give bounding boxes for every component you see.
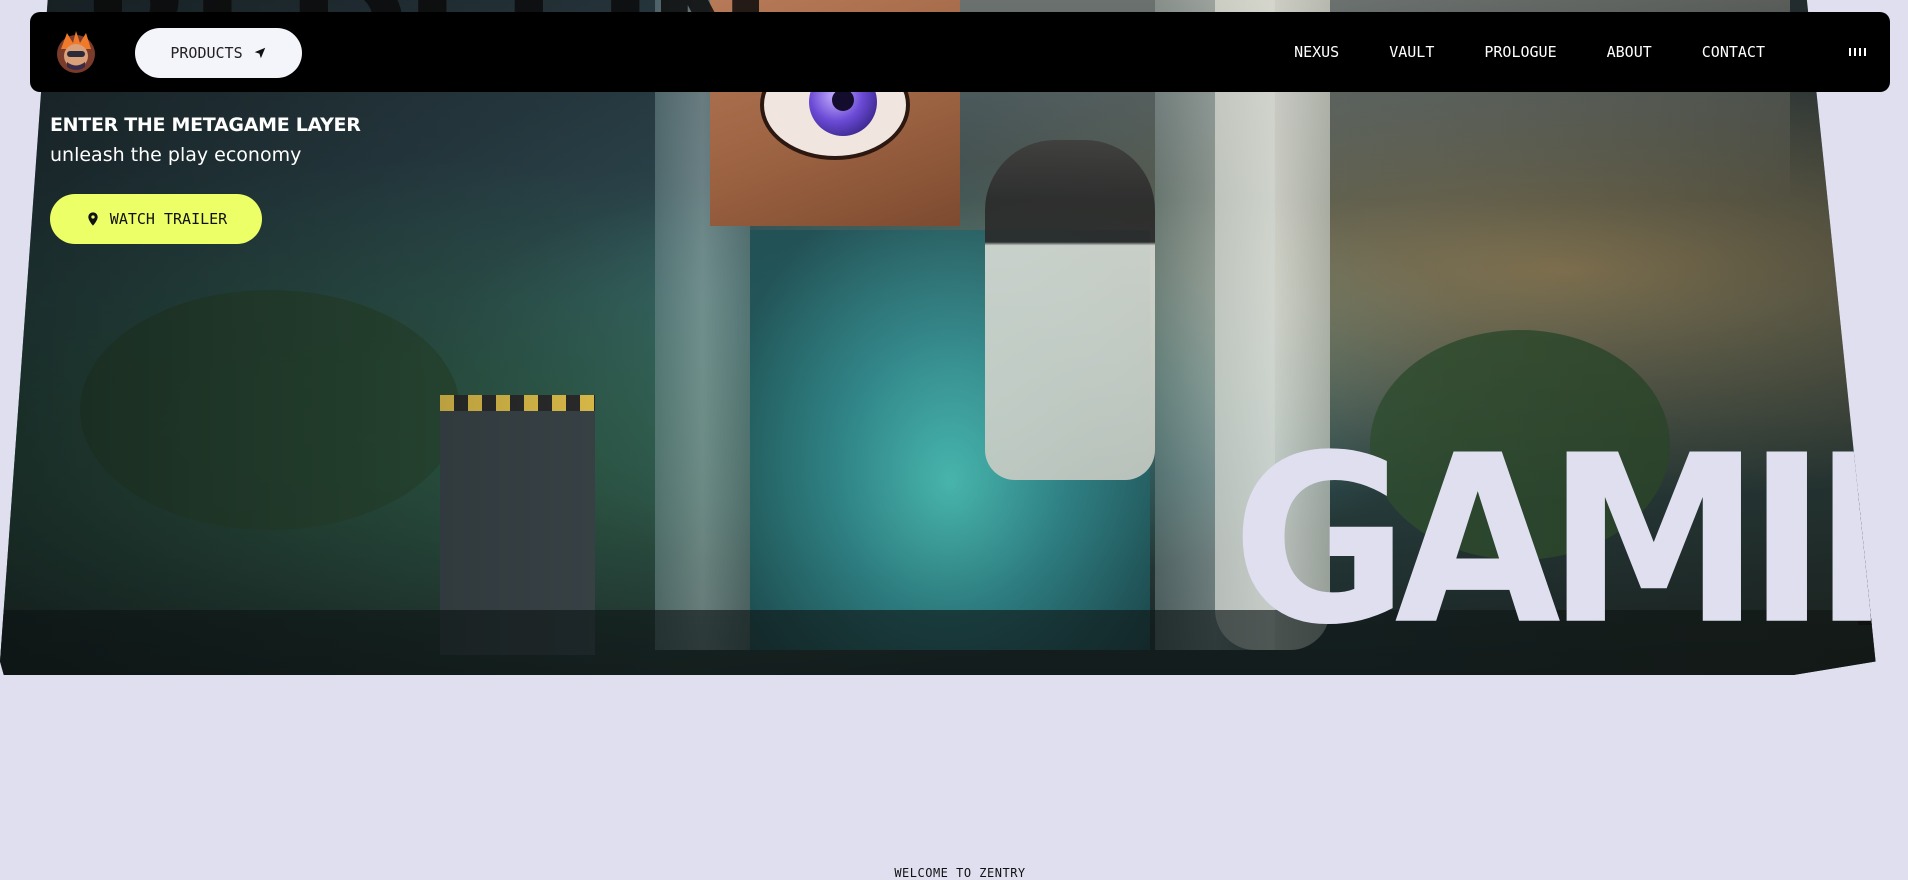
nav-link-about[interactable]: ABOUT [1607, 43, 1652, 61]
nav-link-contact[interactable]: CONTACT [1702, 43, 1765, 61]
nav-link-nexus[interactable]: NEXUS [1294, 43, 1339, 61]
hero-tagline: ENTER THE METAGAME LAYER unleash the pla… [50, 110, 361, 170]
hero-tagline-line1: ENTER THE METAGAME LAYER [50, 114, 361, 136]
hero-tagline-line2: unleash the play economy [50, 144, 302, 166]
hero-section: REDEFIN ENTER THE METAGAME LAYER unleash… [0, 0, 1876, 675]
watch-trailer-button[interactable]: WATCH TRAILER [50, 194, 262, 244]
nav-links: NEXUS VAULT PROLOGUE ABOUT CONTACT [1294, 12, 1765, 92]
nav-link-prologue[interactable]: PROLOGUE [1484, 43, 1556, 61]
navbar: PRODUCTS NEXUS VAULT PROLOGUE ABOUT CONT… [30, 12, 1890, 92]
logo-icon[interactable] [53, 29, 99, 75]
products-button[interactable]: PRODUCTS [135, 28, 302, 78]
products-label: PRODUCTS [170, 44, 243, 62]
watch-trailer-label: WATCH TRAILER [109, 210, 228, 228]
audio-bars-icon[interactable] [1849, 46, 1866, 56]
navigation-arrow-icon [254, 47, 265, 59]
nav-link-vault[interactable]: VAULT [1389, 43, 1434, 61]
hero-heading: GAMING [1232, 404, 1876, 675]
location-pin-icon [88, 212, 98, 226]
